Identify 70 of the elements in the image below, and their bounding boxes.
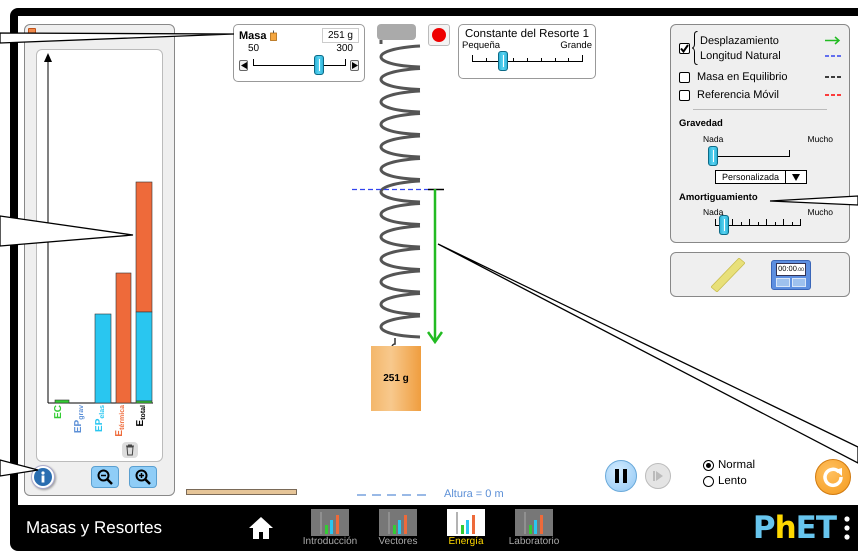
slider-thumb[interactable]	[498, 51, 508, 71]
pause-icon	[615, 469, 627, 483]
trash-icon	[125, 444, 135, 456]
checkbox-label: Referencia Móvil	[697, 89, 780, 101]
left-triangle-icon	[240, 62, 246, 68]
decrement-button[interactable]	[239, 60, 248, 70]
slider-max-label: 300	[336, 43, 353, 54]
app-title: Masas y Resortes	[26, 518, 164, 538]
home-icon	[248, 516, 274, 540]
mass-block: 251 g	[371, 346, 421, 411]
screen-thumbnail-icon	[515, 509, 553, 536]
screen-tab[interactable]: Energía	[432, 509, 500, 547]
zoom-in-icon	[135, 469, 151, 485]
mass-icon	[270, 30, 277, 41]
section-title: Gravedad	[679, 118, 723, 129]
checkbox[interactable]	[679, 72, 690, 82]
logo: PhET	[752, 510, 836, 546]
screen-tab[interactable]: Laboratorio	[500, 509, 568, 547]
slider-thumb[interactable]	[718, 215, 728, 235]
zoom-out-icon	[97, 469, 113, 485]
slider-min-label: Nada	[703, 207, 724, 217]
record-icon	[432, 28, 446, 42]
info-icon	[34, 468, 52, 486]
screen-thumbnail-icon	[447, 509, 485, 536]
step-icon	[653, 471, 663, 481]
ruler-icon	[711, 258, 745, 292]
slider-max-label: Grande	[560, 40, 592, 51]
increment-button[interactable]	[350, 60, 359, 70]
slider-max-label: Mucho	[807, 207, 833, 217]
home-button[interactable]	[248, 516, 274, 540]
radio-button[interactable]	[703, 460, 714, 470]
checkbox[interactable]	[679, 42, 690, 54]
reset-icon	[822, 466, 844, 488]
speed-radio[interactable]: Lento	[703, 475, 756, 487]
info-button[interactable]	[31, 465, 55, 489]
checkbox-label: Longitud Natural	[700, 50, 781, 62]
slider-thumb[interactable]	[314, 55, 324, 75]
reset-button[interactable]	[815, 459, 851, 495]
mass-value-field: 251 g	[322, 28, 359, 43]
slider-thumb[interactable]	[708, 146, 718, 166]
checkbox[interactable]	[679, 90, 690, 100]
slider-min-label: 50	[248, 43, 260, 54]
screen-thumbnail-icon	[311, 509, 349, 536]
record-button[interactable]	[428, 24, 450, 46]
screen-thumbnail-icon	[379, 509, 417, 536]
checkbox-label: Masa en Equilibrio	[697, 71, 788, 83]
slider-max-label: Mucho	[807, 134, 833, 144]
zoom-in-button[interactable]	[129, 466, 157, 488]
speed-radio[interactable]: Normal	[703, 459, 756, 471]
slider-min-label: Nada	[703, 134, 724, 144]
section-title: Amortiguamiento	[679, 192, 758, 203]
caret-icon	[792, 174, 800, 180]
energy-bar	[54, 400, 70, 404]
pause-button[interactable]	[605, 460, 637, 492]
ceiling-plate	[377, 24, 416, 40]
screen-tab[interactable]: Introducción	[296, 509, 364, 547]
right-triangle-icon	[352, 62, 358, 68]
checkbox-label: Desplazamiento	[700, 34, 779, 46]
screen-tab[interactable]: Vectores	[364, 509, 432, 547]
gravity-preset-dropdown[interactable]: Personalizada	[715, 170, 807, 184]
zoom-out-button[interactable]	[91, 466, 119, 488]
panel-title: Constante del Resorte 1	[464, 28, 590, 40]
more-options-icon[interactable]	[844, 516, 850, 540]
radio-button[interactable]	[703, 476, 714, 486]
clear-thermal-button[interactable]	[122, 442, 138, 458]
height-reference-label: Altura = 0 m	[444, 488, 504, 500]
brace-icon	[692, 31, 698, 65]
slider-min-label: Pequeña	[462, 40, 500, 51]
mass-label: Masa	[239, 30, 267, 42]
energy-bar-label: EC	[54, 405, 64, 419]
